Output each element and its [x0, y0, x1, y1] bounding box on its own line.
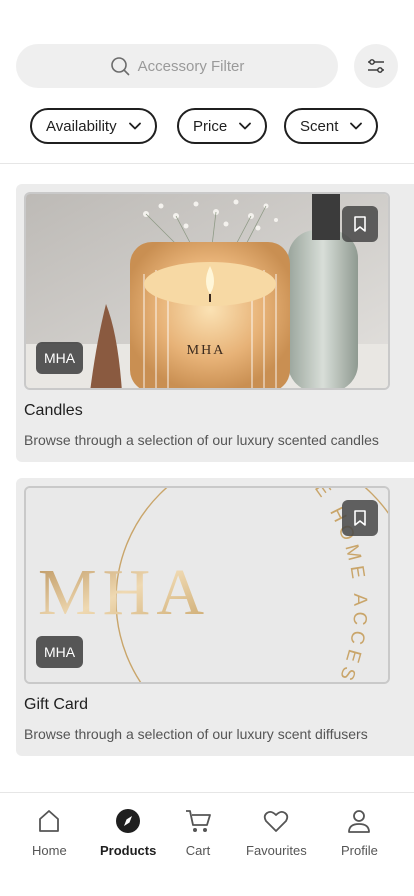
product-image: MHA MHA [24, 192, 390, 390]
home-icon [39, 810, 60, 832]
user-icon [348, 810, 371, 833]
gift-card-brand-text: MHA [38, 556, 210, 629]
nav-label: Cart [185, 843, 211, 858]
filter-chip-price[interactable]: Price [177, 108, 268, 144]
chip-label: Price [193, 117, 228, 135]
product-image: MHA E HOME ACCESSORI MHA [24, 486, 390, 684]
brand-badge: MHA [36, 636, 84, 668]
bookmark-button[interactable] [342, 500, 378, 536]
bookmark-button[interactable] [342, 206, 378, 242]
cart-icon [186, 810, 211, 832]
nav-label: Profile [341, 843, 378, 858]
filter-settings-button[interactable] [354, 44, 398, 88]
nav-item-favourites[interactable]: Favourites [246, 807, 307, 858]
candle-brand-text: MHA [187, 343, 226, 358]
nav-label: Home [32, 843, 67, 858]
chip-label: Availability [46, 117, 117, 135]
nav-item-products[interactable]: Products [100, 807, 156, 858]
nav-item-home[interactable]: Home [32, 807, 67, 858]
heart-icon [264, 810, 289, 832]
chip-label: Scent [300, 117, 339, 135]
search-icon [110, 57, 129, 76]
brand-badge: MHA [36, 342, 84, 374]
filter-chip-availability[interactable]: Availability [30, 108, 157, 144]
search-placeholder: Accessory Filter [137, 57, 245, 75]
product-description: Browse through a selection of our luxury… [24, 726, 368, 742]
nav-label: Favourites [246, 843, 307, 858]
sliders-icon [368, 59, 384, 73]
app-screen: Accessory Filter Availability Price Scen… [0, 0, 414, 896]
product-title: Candles [24, 402, 83, 419]
bookmark-icon [354, 510, 366, 526]
search-input[interactable]: Accessory Filter [16, 44, 338, 88]
compass-icon [116, 809, 141, 833]
chevron-down-icon [350, 122, 363, 130]
bottom-navigation: Home Products Cart Favourites Profile [0, 792, 414, 896]
filter-chip-scent[interactable]: Scent [284, 108, 379, 144]
bookmark-icon [354, 216, 366, 232]
header-divider [0, 163, 414, 164]
chevron-down-icon [239, 122, 252, 130]
chevron-down-icon [128, 122, 141, 130]
product-title: Gift Card [24, 696, 89, 713]
product-description: Browse through a selection of our luxury… [24, 432, 379, 448]
nav-label: Products [100, 843, 157, 858]
nav-item-cart[interactable]: Cart [184, 807, 212, 858]
product-card-candles[interactable]: MHA MHA Candles Browse through a selecti… [16, 184, 414, 462]
nav-item-profile[interactable]: Profile [341, 807, 378, 858]
product-card-gift-card[interactable]: MHA E HOME ACCESSORI MHA Gift Card Brows… [16, 478, 414, 756]
